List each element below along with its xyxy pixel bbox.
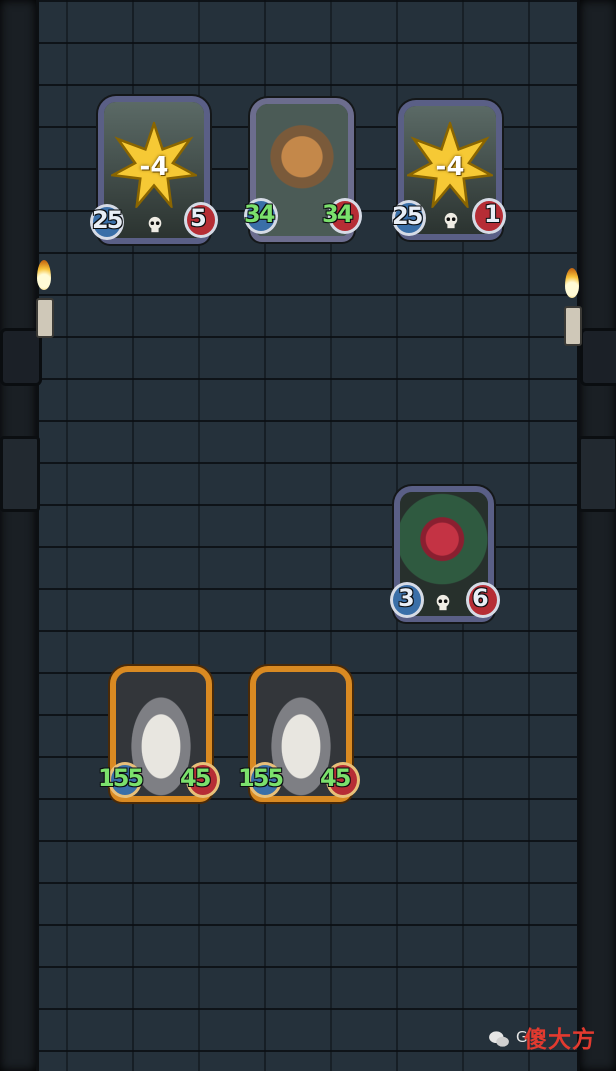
health-value: 45 <box>180 764 211 792</box>
attack-value: 25 <box>92 206 123 234</box>
left-wall-candle <box>0 250 60 390</box>
right-door-frame <box>577 0 616 1071</box>
damage-value: -4 <box>139 152 169 182</box>
attack-value: 34 <box>244 200 275 228</box>
attack-value: 3 <box>398 584 415 612</box>
watermark-brand: 傻大方 <box>524 1027 596 1053</box>
right-wall-candle <box>556 260 616 400</box>
health-value: 34 <box>322 200 353 228</box>
attack-value: 155 <box>238 764 284 792</box>
health-value: 5 <box>190 204 207 232</box>
watermark: G 傻大方 <box>488 1018 606 1058</box>
health-value: 45 <box>320 764 351 792</box>
attack-value: 25 <box>392 202 423 230</box>
right-hinge <box>578 436 616 512</box>
enemy-card-right[interactable]: -4 25 1 <box>392 100 506 240</box>
player-cat-card-1[interactable]: 155 45 <box>98 666 220 802</box>
damage-value: -4 <box>435 152 465 182</box>
skull-icon <box>148 216 162 233</box>
left-hinge <box>0 436 40 512</box>
attack-value: 155 <box>98 764 144 792</box>
left-door-frame <box>0 0 39 1071</box>
game-board: -4 25 5 34 34 -4 25 1 3 6 155 45 155 45 … <box>0 0 616 1071</box>
enemy-card-left[interactable]: -4 25 5 <box>90 96 218 244</box>
skull-icon <box>444 212 458 229</box>
health-value: 6 <box>472 584 489 612</box>
player-cat-card-2[interactable]: 155 45 <box>238 666 360 802</box>
health-value: 1 <box>484 200 501 228</box>
skull-icon <box>436 594 450 611</box>
plant-card[interactable]: 3 6 <box>390 486 500 622</box>
wechat-icon <box>489 1031 509 1047</box>
enemy-card-jester[interactable]: 34 34 <box>244 98 362 242</box>
